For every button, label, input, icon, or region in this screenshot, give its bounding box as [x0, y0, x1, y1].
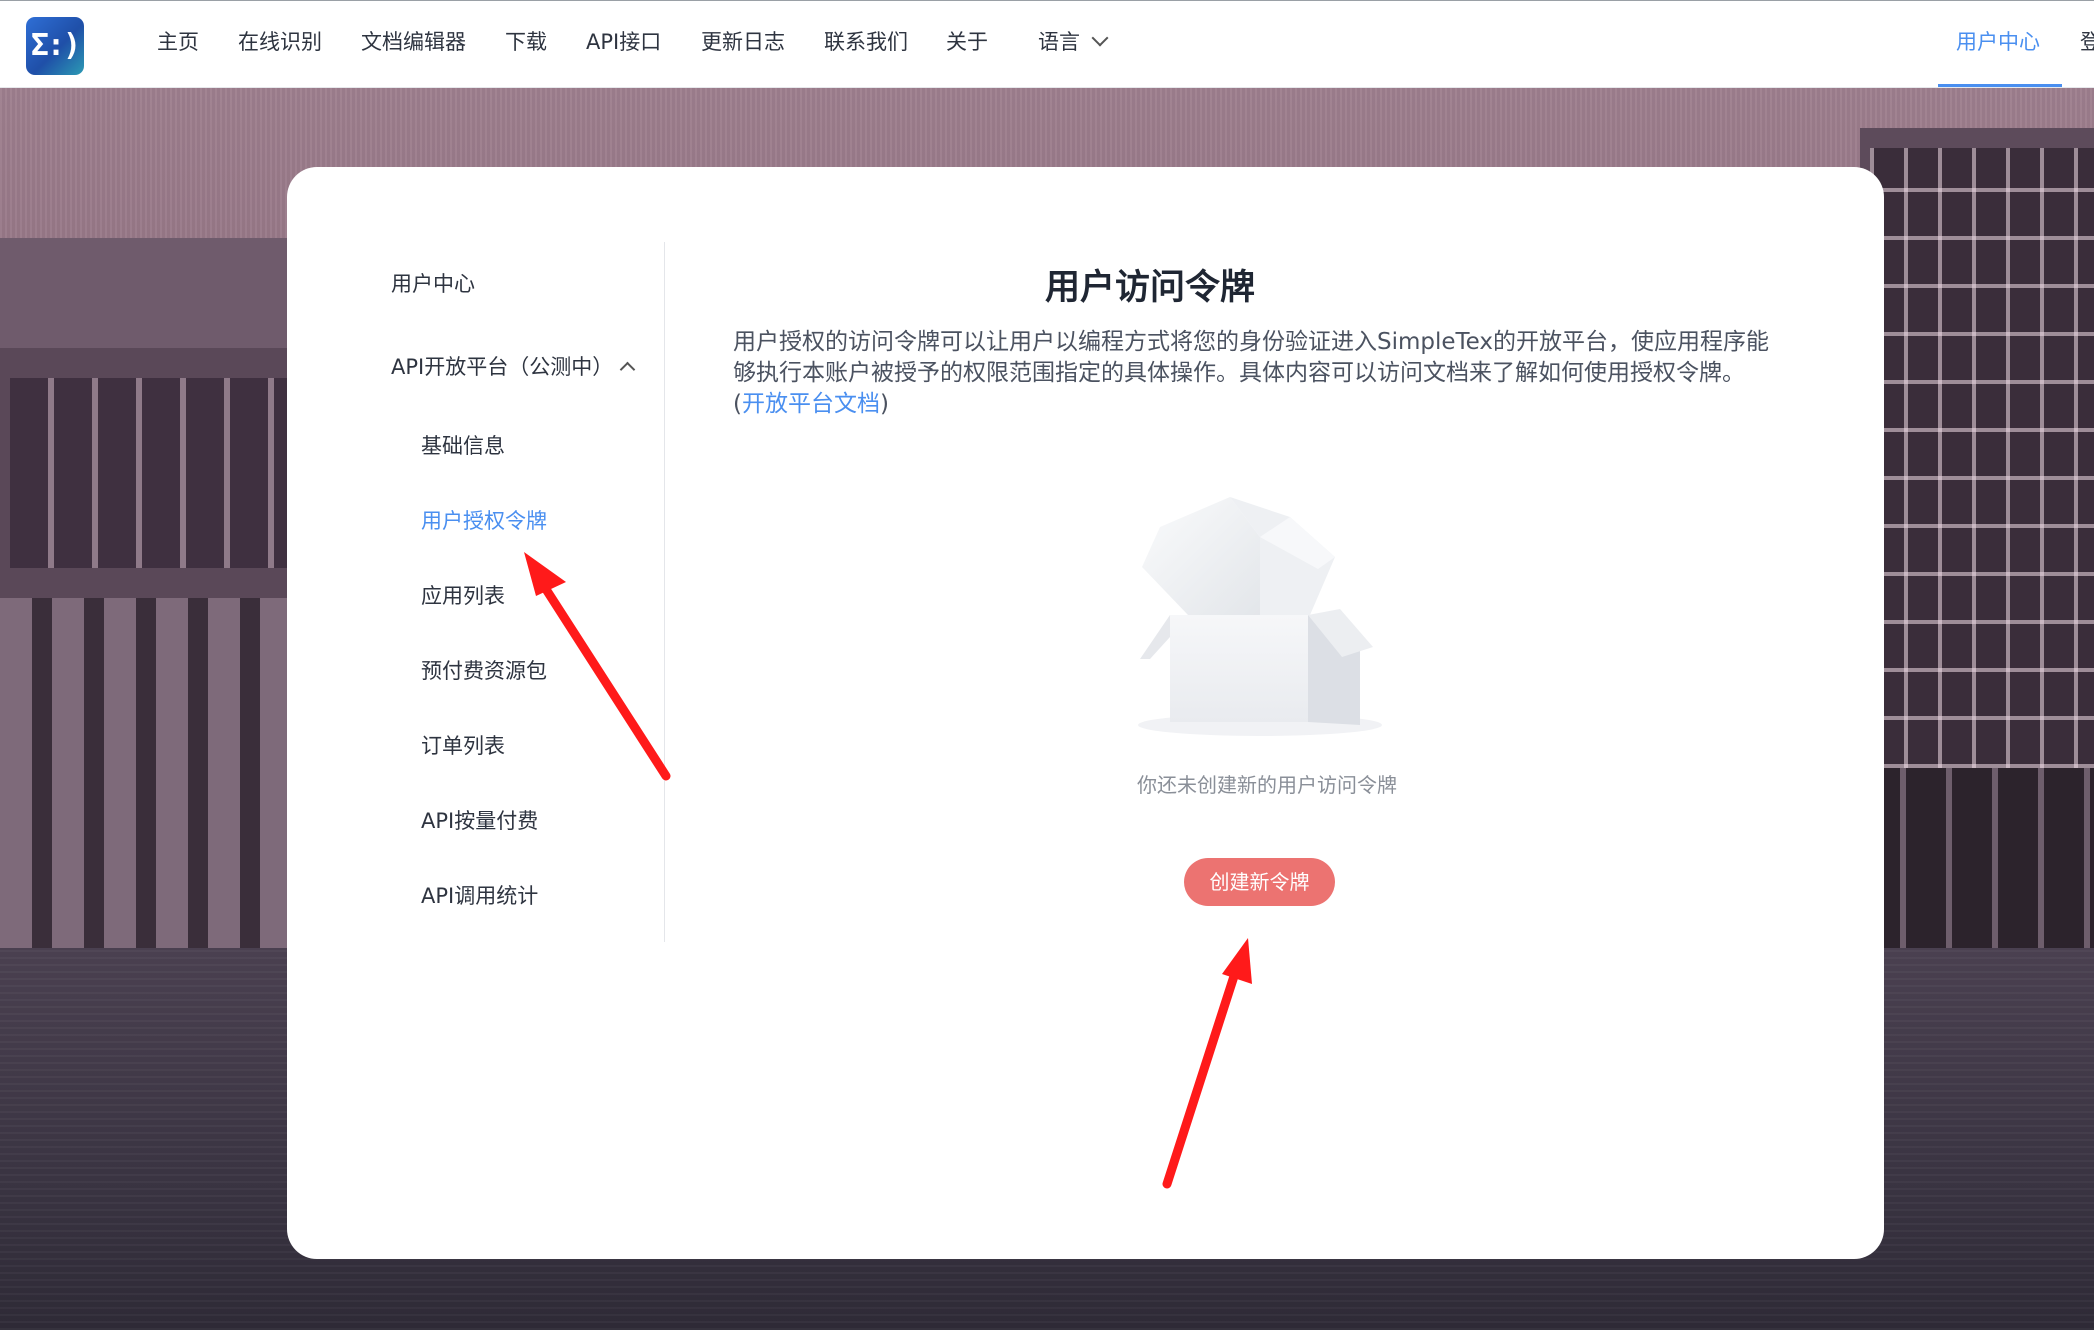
description-text: 用户授权的访问令牌可以让用户以编程方式将您的身份验证进入SimpleTex的开放… — [733, 329, 1770, 386]
chevron-up-icon[interactable] — [619, 361, 636, 378]
background-building-right — [1860, 128, 2094, 1028]
nav-download[interactable]: 下载 — [505, 27, 547, 57]
active-tab-indicator — [1938, 84, 2062, 87]
sidebar-item-basic-info[interactable]: 基础信息 — [421, 431, 505, 461]
page-title: 用户访问令牌 — [1044, 268, 1255, 308]
simpletex-logo[interactable]: Σ:) — [26, 17, 84, 75]
sidebar-user-center[interactable]: 用户中心 — [391, 269, 475, 299]
sidebar-item-order-list[interactable]: 订单列表 — [421, 731, 505, 761]
nav-user-center[interactable]: 用户中心 — [1956, 27, 2040, 57]
sidebar-item-app-list[interactable]: 应用列表 — [421, 581, 505, 611]
sidebar-item-pay-as-you-go[interactable]: API按量付费 — [421, 806, 538, 836]
nav-api[interactable]: API接口 — [586, 27, 661, 57]
nav-home[interactable]: 主页 — [157, 27, 199, 57]
open-platform-docs-link[interactable]: 开放平台文档 — [742, 391, 880, 417]
empty-box-icon — [1138, 497, 1382, 736]
nav-login[interactable]: 登 — [2080, 27, 2094, 57]
building-window-grid — [1870, 148, 2094, 768]
sidebar-item-api-stats[interactable]: API调用统计 — [421, 881, 538, 911]
chevron-down-icon[interactable] — [1091, 29, 1109, 47]
nav-online-recognition[interactable]: 在线识别 — [238, 27, 322, 57]
nav-about[interactable]: 关于 — [946, 27, 988, 57]
nav-language-dropdown[interactable]: 语言 — [1038, 27, 1080, 57]
create-token-button[interactable]: 创建新令牌 — [1184, 858, 1335, 906]
user-center-card: 用户中心 API开放平台（公测中） 基础信息 用户授权令牌 应用列表 预付费资源… — [287, 167, 1884, 1259]
sidebar-item-user-tokens[interactable]: 用户授权令牌 — [421, 506, 547, 536]
nav-document-editor[interactable]: 文档编辑器 — [361, 27, 466, 57]
doc-link-open-paren: ( — [733, 391, 742, 417]
sidebar-item-prepaid-packages[interactable]: 预付费资源包 — [421, 656, 547, 686]
nav-changelog[interactable]: 更新日志 — [701, 27, 785, 57]
doc-link-close-paren: ) — [879, 391, 889, 417]
empty-state-text: 你还未创建新的用户访问令牌 — [1137, 773, 1397, 797]
building-roof — [0, 238, 300, 348]
page-description: 用户授权的访问令牌可以让用户以编程方式将您的身份验证进入SimpleTex的开放… — [733, 327, 1783, 420]
top-navigation-bar: Σ:) 主页 在线识别 文档编辑器 下载 API接口 更新日志 联系我们 关于 … — [0, 0, 2094, 88]
building-columns — [0, 598, 300, 948]
nav-contact[interactable]: 联系我们 — [824, 27, 908, 57]
building-windows — [10, 378, 290, 568]
sidebar-api-platform[interactable]: API开放平台（公测中） — [391, 352, 613, 382]
sidebar-divider — [664, 242, 665, 942]
background-building-left — [0, 238, 300, 998]
